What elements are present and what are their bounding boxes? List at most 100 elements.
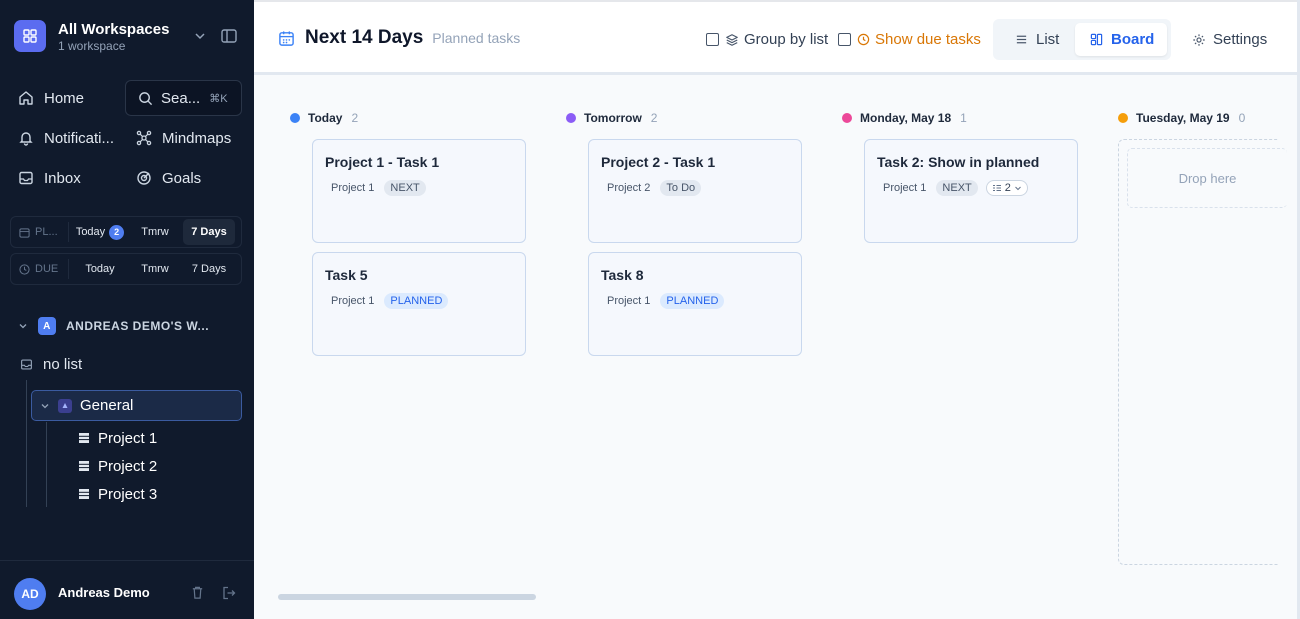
list-icon [79, 433, 89, 443]
checklist-icon [992, 185, 1001, 191]
search-icon [139, 91, 153, 105]
subtask-count: 2 [1004, 182, 1011, 194]
inbox-icon [21, 358, 32, 370]
project-3-label: Project 3 [98, 485, 158, 503]
group-by-list-toggle[interactable]: Group by list [706, 31, 828, 48]
task-card[interactable]: Project 2 - Task 1 Project 2 To Do [588, 139, 802, 243]
nav-home[interactable]: Home [18, 81, 84, 115]
group-by-list-label: Group by list [744, 31, 829, 48]
settings-button[interactable]: Settings [1192, 31, 1267, 48]
planned-7days-button[interactable]: 7 Days [183, 219, 235, 245]
user-bar: AD Andreas Demo [0, 560, 254, 619]
clock-icon [19, 263, 30, 275]
column-count: 2 [650, 111, 658, 125]
status-badge: NEXT [384, 180, 426, 196]
drop-zone-column[interactable]: Drop here [1118, 139, 1287, 565]
chevron-down-icon [1015, 186, 1021, 191]
task-title: Project 2 - Task 1 [601, 154, 716, 170]
planned-today-button[interactable]: Today 2 [69, 219, 131, 245]
list-icon [1016, 35, 1027, 44]
board: Today 2 Project 1 - Task 1 Project 1 NEX… [254, 78, 1300, 619]
sidebar-item-project-2[interactable]: Project 2 [78, 455, 157, 477]
nav-notifications[interactable]: Notificati... [18, 121, 114, 155]
sidebar-item-project-1[interactable]: Project 1 [78, 427, 157, 449]
task-card[interactable]: Task 5 Project 1 PLANNED [312, 252, 526, 356]
nav-home-label: Home [44, 89, 85, 107]
task-card[interactable]: Project 1 - Task 1 Project 1 NEXT [312, 139, 526, 243]
board-icon [1090, 33, 1103, 46]
due-today-button[interactable]: Today [69, 256, 131, 282]
planned-filter: PL... Today 2 Tmrw 7 Days [10, 216, 242, 248]
show-due-tasks-toggle[interactable]: Show due tasks [838, 31, 981, 48]
nav-notifications-label: Notificati... [44, 129, 115, 147]
chevron-down-icon [19, 324, 27, 329]
avatar[interactable]: AD [14, 578, 46, 610]
mindmap-icon [136, 130, 152, 146]
search-button[interactable]: Sea... ⌘K [125, 80, 242, 116]
column-header-today: Today 2 [290, 111, 358, 125]
column-color-dot [1118, 113, 1128, 123]
workspace-section-header[interactable]: A ANDREAS DEMO'S W... [18, 316, 209, 336]
nav-inbox-label: Inbox [44, 169, 81, 187]
no-list-item[interactable]: no list [20, 353, 82, 375]
nav-goals-label: Goals [162, 169, 202, 187]
subtask-toggle[interactable]: 2 [985, 180, 1028, 196]
planned-today-count: 2 [109, 224, 125, 240]
task-title: Project 1 - Task 1 [325, 154, 440, 170]
due-filter-label: DUE [11, 259, 69, 279]
task-title: Task 2: Show in planned [877, 154, 1040, 170]
task-meta: Project 1 PLANNED [331, 293, 449, 309]
task-title: Task 5 [325, 267, 368, 283]
task-card[interactable]: Task 8 Project 1 PLANNED [588, 252, 802, 356]
workspace-section-name: ANDREAS DEMO'S W... [66, 319, 210, 333]
sidebar-item-project-3[interactable]: Project 3 [78, 483, 157, 505]
sidebar-toggle-icon[interactable] [220, 27, 238, 45]
folder-general[interactable]: General [31, 390, 242, 421]
view-list-button[interactable]: List [1003, 23, 1071, 56]
task-title: Task 8 [601, 267, 644, 283]
show-due-tasks-checkbox[interactable] [838, 33, 851, 46]
chevron-down-icon [41, 403, 49, 408]
status-badge: PLANNED [660, 293, 725, 309]
folder-general-label: General [80, 397, 134, 414]
inbox-icon [19, 171, 33, 185]
list-icon [79, 461, 89, 471]
group-by-list-checkbox[interactable] [706, 33, 719, 46]
status-badge: To Do [660, 180, 702, 196]
task-project: Project 1 [331, 295, 375, 307]
planned-tomorrow-button[interactable]: Tmrw [131, 219, 179, 245]
task-meta: Project 2 To Do [607, 180, 702, 196]
drop-here-placeholder[interactable]: Drop here [1127, 148, 1287, 208]
due-filter-label-text: DUE [35, 263, 59, 275]
view-board-button[interactable]: Board [1075, 23, 1167, 56]
task-card[interactable]: Task 2: Show in planned Project 1 NEXT 2 [864, 139, 1078, 243]
chevron-down-icon[interactable] [192, 28, 208, 44]
nav-inbox[interactable]: Inbox [18, 161, 81, 195]
workspace-avatar: A [38, 317, 56, 335]
due-tomorrow-button[interactable]: Tmrw [131, 256, 179, 282]
calendar-icon [19, 227, 30, 238]
sidebar: All Workspaces 1 workspace Home Sea... ⌘… [0, 0, 254, 619]
target-icon [137, 171, 151, 185]
nav-goals[interactable]: Goals [136, 161, 201, 195]
column-color-dot [566, 113, 576, 123]
logout-icon[interactable] [221, 585, 237, 601]
workspace-title: All Workspaces [58, 21, 170, 38]
column-header-monday: Monday, May 18 1 [842, 111, 967, 125]
project-2-label: Project 2 [98, 457, 158, 475]
horizontal-scrollbar[interactable] [278, 594, 536, 600]
trash-icon[interactable] [190, 585, 205, 600]
view-toggle: List Board [993, 19, 1171, 60]
workspace-subtitle: 1 workspace [58, 39, 126, 53]
view-board-label: Board [1111, 31, 1155, 48]
planned-filter-label-text: PL... [35, 226, 58, 238]
status-badge: PLANNED [384, 293, 449, 309]
nav-mindmaps[interactable]: Mindmaps [136, 121, 231, 155]
task-project: Project 1 [883, 182, 927, 194]
workspace-switcher[interactable]: All Workspaces 1 workspace [14, 19, 240, 53]
gear-icon [1193, 33, 1205, 46]
task-project: Project 2 [607, 182, 651, 194]
bell-icon [19, 132, 33, 146]
due-7days-button[interactable]: 7 Days [183, 256, 235, 282]
task-meta: Project 1 NEXT 2 [883, 180, 1028, 196]
